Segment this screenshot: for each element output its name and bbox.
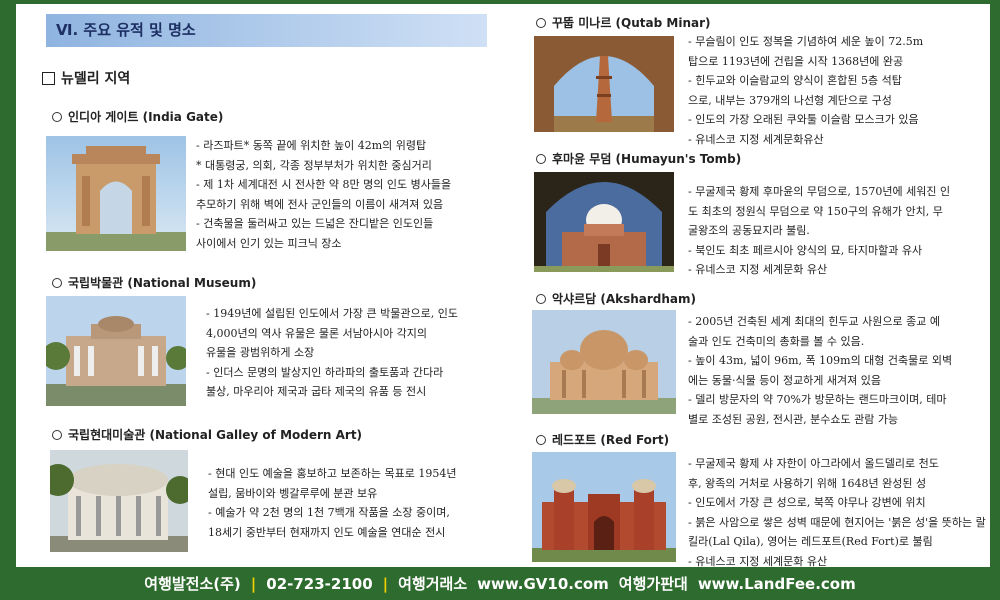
site-title-text: 국립박물관 (National Museum) [68, 276, 257, 290]
desc-line: 설립, 뭄바이와 벵갈루루에 분관 보유 [208, 486, 378, 500]
desc-line: - 건축물을 둘러싸고 있는 드넓은 잔디밭은 인도인들 [196, 217, 434, 230]
desc-line: - 무슬림이 인도 정복을 기념하여 세운 높이 72.5m [688, 35, 924, 48]
circle-bullet-icon [52, 111, 62, 122]
page: Ⅵ. 주요 유적 및 명소 뉴델리 지역 인디아 게이트 (India Gate… [16, 4, 990, 568]
circle-bullet-icon [536, 293, 546, 304]
site-title-text: 악샤르담 (Akshardham) [552, 292, 697, 306]
desc-line: - 인도에서 가장 큰 성으로, 북쪽 야무나 강변에 위치 [688, 496, 926, 509]
desc-line: 술과 인도 건축미의 총화를 볼 수 있음. [688, 334, 865, 348]
desc-humayun-tomb: - 무굴제국 황제 후마윤의 무덤으로, 1570년에 세워진 인 도 최초의 … [688, 182, 950, 280]
desc-red-fort: - 무굴제국 황제 샤 자한이 아그라에서 올드델리로 천도 후, 왕족의 거처… [688, 454, 986, 571]
desc-line: 으로, 내부는 379개의 나선형 계단으로 구성 [688, 93, 892, 107]
footer-brand-1: 여행거래소 [398, 575, 468, 593]
desc-line: - 1949년에 설립된 인도에서 가장 큰 박물관으로, 인도 [206, 307, 458, 320]
circle-bullet-icon [536, 153, 546, 164]
site-title-text: 후마윤 무덤 (Humayun's Tomb) [552, 152, 742, 166]
footer-separator: | [250, 574, 257, 593]
desc-line: - 높이 43m, 넓이 96m, 폭 109m의 대형 건축물로 외벽 [688, 354, 953, 367]
desc-line: 사이에서 인기 있는 피크닉 장소 [196, 236, 342, 250]
desc-line: - 델리 방문자의 약 70%가 방문하는 랜드마크이며, 테마 [688, 393, 947, 406]
photo-red-fort [532, 452, 676, 562]
photo-india-gate [46, 136, 186, 251]
footer-bar: 여행발전소(주) | 02-723-2100 | 여행거래소 www.GV10.… [0, 567, 1000, 600]
desc-ngma: - 현대 인도 예술을 홍보하고 보존하는 목표로 1954년 설립, 뭄바이와… [208, 464, 456, 542]
desc-india-gate: - 라즈파트* 동쪽 끝에 위치한 높이 42m의 위령탑 * 대통령궁, 의회… [196, 136, 451, 253]
desc-line: - 인도의 가장 오래된 쿠와툴 이슬람 모스크가 있음 [688, 113, 919, 126]
desc-line: - 라즈파트* 동쪽 끝에 위치한 높이 42m의 위령탑 [196, 139, 427, 152]
photo-qutab-minar [534, 36, 674, 132]
desc-line: - 2005년 건축된 세계 최대의 힌두교 사원으로 종교 예 [688, 315, 940, 328]
footer-url-2[interactable]: www.LandFee.com [698, 575, 856, 593]
desc-line: 유물을 광범위하게 소장 [206, 346, 315, 359]
desc-line: - 무굴제국 황제 후마윤의 무덤으로, 1570년에 세워진 인 [688, 185, 951, 198]
site-title-text: 국립현대미술관 (National Galley of Modern Art) [68, 428, 363, 442]
footer-url-1[interactable]: www.GV10.com [477, 575, 609, 593]
desc-line: 킬라(Lal Qila), 영어는 레드포트(Red Fort)로 불림 [688, 535, 933, 548]
circle-bullet-icon [52, 277, 62, 288]
footer-company: 여행발전소(주) [144, 575, 241, 593]
circle-bullet-icon [536, 434, 546, 445]
desc-line: 4,000년의 역사 유물은 물론 서남아시아 각지의 [206, 326, 428, 340]
desc-qutab-minar: - 무슬림이 인도 정복을 기념하여 세운 높이 72.5m 탑으로 1193년… [688, 32, 923, 149]
footer-separator: | [382, 574, 389, 593]
desc-line: 별로 조성된 공원, 전시관, 분수쇼도 관람 가능 [688, 412, 899, 426]
circle-bullet-icon [536, 17, 546, 28]
region-heading: 뉴델리 지역 [42, 68, 130, 88]
desc-line: 추모하기 위해 벽에 전사 군인들의 이름이 새겨져 있음 [196, 197, 444, 211]
site-title-red-fort: 레드포트 (Red Fort) [536, 431, 669, 448]
site-title-akshardham: 악샤르담 (Akshardham) [536, 290, 696, 307]
photo-ngma [50, 450, 188, 552]
site-title-text: 인디아 게이트 (India Gate) [68, 110, 224, 124]
site-title-india-gate: 인디아 게이트 (India Gate) [52, 108, 223, 125]
desc-line: - 현대 인도 예술을 홍보하고 보존하는 목표로 1954년 [208, 467, 457, 480]
desc-line: 불상, 마우리아 제국과 굽타 제국의 유품 등 전시 [206, 385, 427, 398]
desc-line: 도 최초의 정원식 무덤으로 약 150구의 유해가 안치, 무 [688, 204, 943, 218]
desc-line: 굴왕조의 공동묘지라 불림. [688, 224, 810, 237]
square-bullet-icon [42, 71, 55, 85]
desc-line: - 북인도 최초 페르시아 양식의 묘, 타지마할과 유사 [688, 243, 923, 257]
site-title-text: 꾸뚭 미나르 (Qutab Minar) [552, 16, 711, 30]
site-title-humayun-tomb: 후마윤 무덤 (Humayun's Tomb) [536, 150, 741, 167]
desc-line: 18세기 중반부터 현재까지 인도 예술을 연대순 전시 [208, 525, 446, 539]
desc-line: - 무굴제국 황제 샤 자한이 아그라에서 올드델리로 천도 [688, 457, 939, 470]
region-title: 뉴델리 지역 [61, 71, 131, 87]
desc-line: - 인더스 문명의 발상지인 하라파의 출토품과 간다라 [206, 365, 444, 379]
circle-bullet-icon [52, 429, 62, 440]
footer-brand-2: 여행가판대 [618, 575, 688, 593]
site-title-ngma: 국립현대미술관 (National Galley of Modern Art) [52, 426, 362, 443]
site-title-qutab-minar: 꾸뚭 미나르 (Qutab Minar) [536, 14, 710, 31]
desc-line: 후, 왕족의 거처로 사용하기 위해 1648년 완성된 성 [688, 476, 927, 490]
footer-phone: 02-723-2100 [266, 574, 373, 593]
photo-akshardham [532, 310, 676, 414]
section-header: Ⅵ. 주요 유적 및 명소 [46, 14, 487, 47]
desc-line: - 붉은 사암으로 쌓은 성벽 때문에 현지어는 '붉은 성'을 뜻하는 랄 [688, 515, 986, 529]
site-title-national-museum: 국립박물관 (National Museum) [52, 274, 256, 291]
desc-line: - 예술가 약 2천 명의 1천 7백개 작품을 소장 중이며, [208, 506, 450, 519]
desc-line: - 유네스코 지정 세계문화 유산 [688, 263, 828, 276]
desc-line: - 제 1차 세계대전 시 전사한 약 8만 명의 인도 병사들을 [196, 178, 452, 191]
photo-national-museum [46, 296, 186, 406]
desc-line: 에는 동물·식물 등이 정교하게 새겨져 있음 [688, 373, 882, 387]
site-title-text: 레드포트 (Red Fort) [552, 433, 670, 447]
desc-national-museum: - 1949년에 설립된 인도에서 가장 큰 박물관으로, 인도 4,000년의… [206, 304, 458, 402]
desc-line: - 힌두교와 이슬람교의 양식이 혼합된 5층 석탑 [688, 74, 902, 87]
desc-line: * 대통령궁, 의회, 각종 정부부처가 위치한 중심거리 [196, 158, 432, 172]
desc-line: 탑으로 1193년에 건립을 시작 1368년에 완공 [688, 54, 904, 68]
desc-line: - 유네스코 지정 세계문화유산 [688, 132, 824, 146]
photo-humayun-tomb [534, 172, 674, 272]
desc-akshardham: - 2005년 건축된 세계 최대의 힌두교 사원으로 종교 예 술과 인도 건… [688, 312, 952, 429]
